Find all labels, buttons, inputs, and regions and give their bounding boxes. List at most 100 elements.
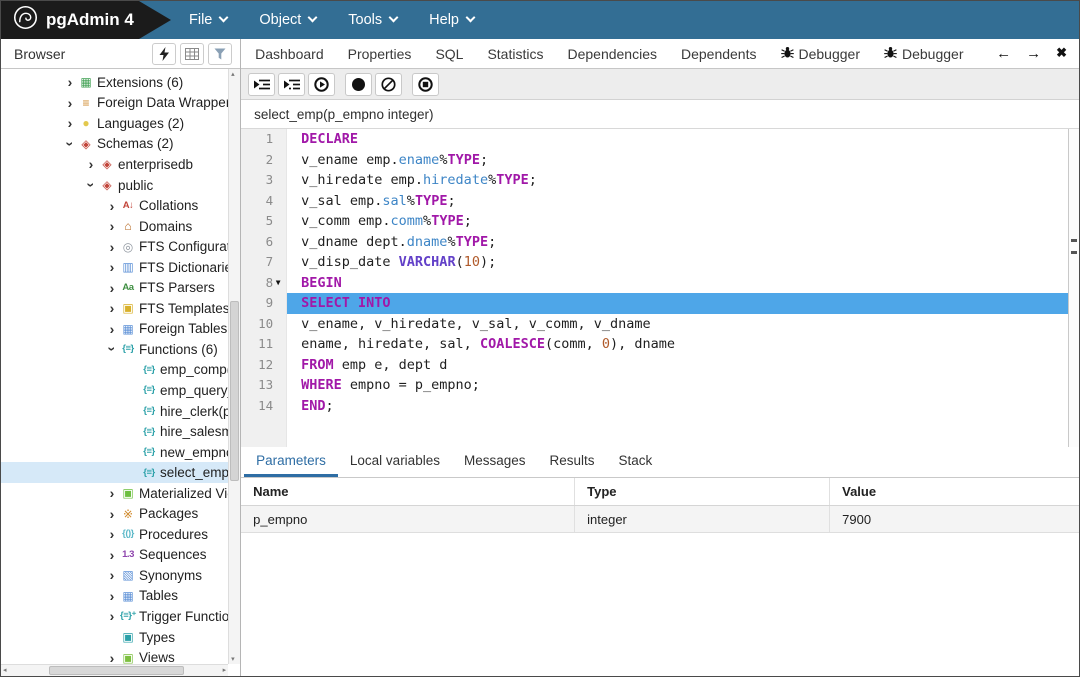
cell-name[interactable]: p_empno <box>241 506 576 532</box>
tab-debugger-1[interactable]: Debugger <box>769 39 873 68</box>
scroll-left-icon[interactable]: ◂ <box>3 666 7 674</box>
line-number[interactable]: 5 <box>241 211 287 232</box>
step-into-button[interactable] <box>248 72 276 96</box>
line-number[interactable]: 8 ▼ <box>241 273 287 294</box>
menu-file[interactable]: File <box>189 12 229 28</box>
line-number[interactable]: 9 <box>241 293 287 314</box>
line-number[interactable]: 13 <box>241 375 287 396</box>
tree-item-collations[interactable]: › A↓ Collations <box>1 195 228 216</box>
tab-close-icon[interactable]: ✖ <box>1056 45 1067 61</box>
table-row[interactable]: p_empno integer 7900 <box>241 506 1079 533</box>
code-line[interactable]: 13 WHERE empno = p_empno; <box>241 375 1079 396</box>
tree-item-function-emp-query-cal[interactable]: {≡} emp_query_cal <box>1 380 228 401</box>
query-tool-button[interactable] <box>152 42 177 65</box>
tree-item-views[interactable]: › ▣ Views <box>1 647 228 664</box>
code-line[interactable]: 5 v_comm emp.comm%TYPE; <box>241 211 1079 232</box>
code-line[interactable]: 6 v_dname dept.dname%TYPE; <box>241 232 1079 253</box>
tree-item-packages[interactable]: › ※ Packages <box>1 503 228 524</box>
continue-button[interactable] <box>308 72 336 96</box>
tab-parameters[interactable]: Parameters <box>244 447 338 477</box>
line-number[interactable]: 11 <box>241 334 287 355</box>
tree-item-function-emp-comp[interactable]: {≡} emp_comp(p_s <box>1 360 228 381</box>
view-data-button[interactable] <box>180 42 205 65</box>
code-line[interactable]: 4 v_sal emp.sal%TYPE; <box>241 191 1079 212</box>
tree-item-function-new-empno[interactable]: {≡} new_empno() <box>1 442 228 463</box>
line-number[interactable]: 4 <box>241 191 287 212</box>
tree-item-synonyms[interactable]: › ▧ Synonyms <box>1 565 228 586</box>
tree-item-functions[interactable]: › {≡} Functions (6) <box>1 339 228 360</box>
tab-dependents[interactable]: Dependents <box>669 39 769 68</box>
line-number[interactable]: 10 <box>241 314 287 335</box>
tab-sql[interactable]: SQL <box>423 39 475 68</box>
tree-item-extensions[interactable]: › ▦ Extensions (6) <box>1 72 228 93</box>
tab-dashboard[interactable]: Dashboard <box>243 39 336 68</box>
tree-item-schema-public[interactable]: › ◈ public <box>1 175 228 196</box>
code-line[interactable]: 14 END; <box>241 396 1079 417</box>
tree-item-function-select-emp[interactable]: {≡} select_emp(p_e <box>1 462 229 483</box>
tree-item-fts-parsers[interactable]: › Aa FTS Parsers <box>1 277 228 298</box>
menu-help[interactable]: Help <box>429 12 476 28</box>
tree-item-materialized-views[interactable]: › ▣ Materialized Views <box>1 483 228 504</box>
tree-item-schema-enterprisedb[interactable]: › ◈ enterprisedb <box>1 154 228 175</box>
tree-item-function-hire-clerk[interactable]: {≡} hire_clerk(p_en <box>1 401 228 422</box>
code-line[interactable]: 12 FROM emp e, dept d <box>241 355 1079 376</box>
toggle-breakpoint-button[interactable] <box>345 72 373 96</box>
stop-button[interactable] <box>412 72 440 96</box>
tree-item-schemas[interactable]: › ◈ Schemas (2) <box>1 134 228 155</box>
line-number[interactable]: 2 <box>241 150 287 171</box>
code-line[interactable]: 3 v_hiredate emp.hiredate%TYPE; <box>241 170 1079 191</box>
tree-item-foreign-data-wrappers[interactable]: › ≡ Foreign Data Wrappers (2 <box>1 93 228 114</box>
tab-results[interactable]: Results <box>538 447 607 477</box>
tree-item-fts-configurations[interactable]: › ◎ FTS Configurations <box>1 236 228 257</box>
code-line[interactable]: 2 v_ename emp.ename%TYPE; <box>241 150 1079 171</box>
menu-object[interactable]: Object <box>259 12 318 28</box>
line-number[interactable]: 3 <box>241 170 287 191</box>
scroll-up-icon[interactable]: ▴ <box>231 70 235 78</box>
tab-scroll-right-icon[interactable]: → <box>1026 45 1041 62</box>
code-line[interactable]: 7 v_disp_date VARCHAR(10); <box>241 252 1079 273</box>
editor-scrollbar[interactable] <box>1068 129 1079 447</box>
tab-stack[interactable]: Stack <box>607 447 665 477</box>
tree-item-domains[interactable]: › ⌂ Domains <box>1 216 228 237</box>
code-line[interactable]: 11 ename, hiredate, sal, COALESCE(comm, 0… <box>241 334 1079 355</box>
tab-properties[interactable]: Properties <box>336 39 424 68</box>
tree-item-procedures[interactable]: › {()} Procedures <box>1 524 228 545</box>
line-number[interactable]: 12 <box>241 355 287 376</box>
cell-value[interactable]: 7900 <box>830 506 1079 532</box>
code-line[interactable]: 8 ▼ BEGIN <box>241 273 1079 294</box>
tab-dependencies[interactable]: Dependencies <box>555 39 669 68</box>
code-line[interactable]: 10 v_ename, v_hiredate, v_sal, v_comm, v_… <box>241 314 1079 335</box>
line-number[interactable]: 7 <box>241 252 287 273</box>
tree-item-fts-dictionaries[interactable]: › ▥ FTS Dictionaries <box>1 257 228 278</box>
tree-hscroll-thumb[interactable] <box>49 666 184 675</box>
code-line[interactable]: 9 SELECT INTO <box>241 293 1079 314</box>
tab-local-variables[interactable]: Local variables <box>338 447 452 477</box>
filter-button[interactable] <box>208 42 233 65</box>
line-number[interactable]: 14 <box>241 396 287 417</box>
tree-item-tables[interactable]: › ▦ Tables <box>1 586 228 607</box>
tree-item-languages[interactable]: › ● Languages (2) <box>1 113 228 134</box>
tab-scroll-left-icon[interactable]: ← <box>996 45 1011 62</box>
tree-vscroll-thumb[interactable] <box>230 301 240 481</box>
tree-item-fts-templates[interactable]: › ▣ FTS Templates <box>1 298 228 319</box>
scroll-down-icon[interactable]: ▾ <box>231 655 235 663</box>
tree-horizontal-scrollbar[interactable]: ◂ ▸ <box>1 664 229 676</box>
line-number[interactable]: 1 <box>241 129 287 150</box>
code-editor[interactable]: 1 DECLARE 2 v_ename emp.ename%TYPE; 3 v_hired… <box>241 129 1079 447</box>
clear-all-breakpoints-button[interactable] <box>375 72 403 96</box>
tree-item-sequences[interactable]: › 1.3 Sequences <box>1 545 228 566</box>
tree-item-function-hire-salesman[interactable]: {≡} hire_salesman( <box>1 421 228 442</box>
code-line[interactable]: 1 DECLARE <box>241 129 1079 150</box>
step-over-button[interactable] <box>278 72 306 96</box>
tree-item-foreign-tables[interactable]: › ▦ Foreign Tables <box>1 319 228 340</box>
tab-statistics[interactable]: Statistics <box>475 39 555 68</box>
tab-messages[interactable]: Messages <box>452 447 538 477</box>
tree-item-types[interactable]: ▣ Types <box>1 627 228 648</box>
cell-type[interactable]: integer <box>575 506 831 532</box>
tree-item-trigger-functions[interactable]: › {≡}⁺Trigger Functions <box>1 606 228 627</box>
line-number[interactable]: 6 <box>241 232 287 253</box>
tree-vertical-scrollbar[interactable]: ▴ ▾ <box>228 69 241 664</box>
tab-debugger-2[interactable]: Debugger <box>872 39 976 68</box>
menu-tools[interactable]: Tools <box>348 12 399 28</box>
scroll-right-icon[interactable]: ▸ <box>223 666 227 674</box>
